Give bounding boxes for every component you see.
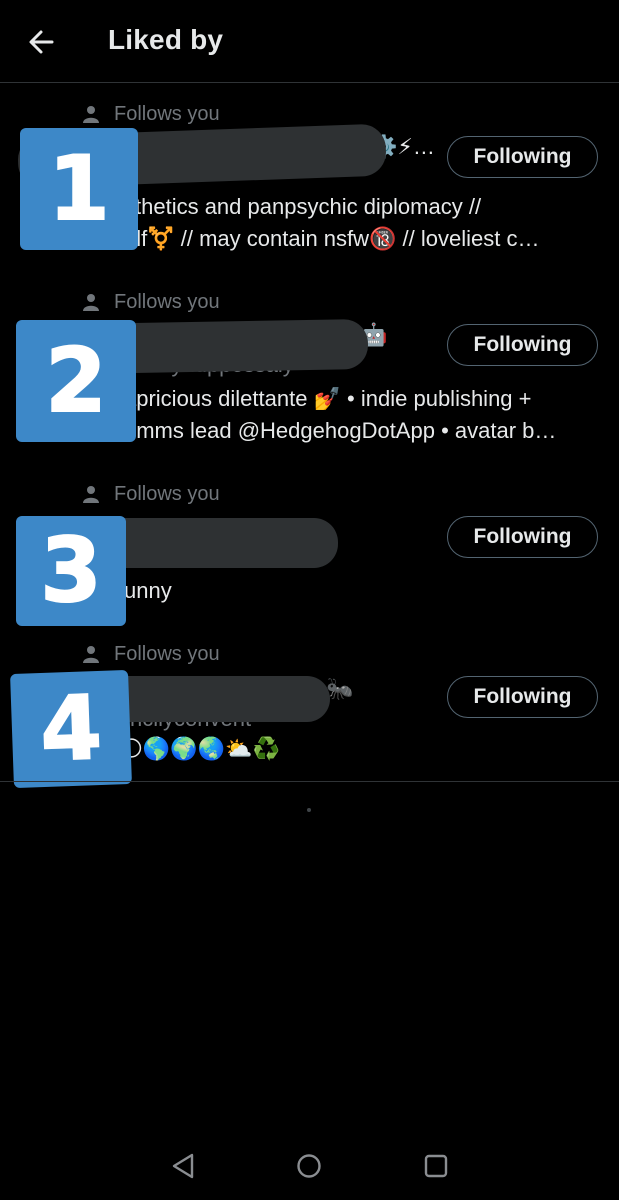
number-badge: 4 — [10, 669, 132, 789]
user-bio-line: sthetics and panpsychic diplomacy // — [124, 194, 482, 219]
person-icon — [83, 646, 99, 663]
square-recents-icon[interactable] — [418, 1148, 454, 1184]
follows-you-label: Follows you — [114, 642, 220, 665]
list-divider — [0, 781, 619, 782]
person-icon — [83, 294, 99, 311]
follows-you-indicator: Follows you — [82, 482, 220, 506]
following-button[interactable]: Following — [447, 516, 598, 558]
person-icon — [83, 486, 99, 503]
user-bio-line: apricious dilettante 💅 • indie publishin… — [124, 386, 532, 411]
follows-you-label: Follows you — [114, 102, 220, 125]
following-button[interactable]: Following — [447, 676, 598, 718]
person-icon — [83, 106, 99, 123]
user-bio-line: omms lead @HedgehogDotApp • avatar b… — [124, 418, 557, 443]
following-button[interactable]: Following — [447, 324, 598, 366]
system-nav-bar — [0, 1128, 619, 1200]
follows-you-indicator: Follows you — [82, 642, 220, 666]
follows-you-indicator: Follows you — [82, 290, 220, 314]
user-bio-line: 🌕🌎🌍🌏⛅♻️ — [120, 736, 280, 761]
follows-you-label: Follows you — [114, 482, 220, 505]
circle-home-icon[interactable] — [291, 1148, 327, 1184]
page-title: Liked by — [108, 24, 224, 55]
loading-dot — [307, 808, 311, 812]
triangle-back-icon[interactable] — [166, 1148, 202, 1184]
user-bio-line: elf⚧️ // may contain nsfw🔞 // loveliest … — [124, 226, 540, 251]
number-badge: 2 — [16, 320, 136, 442]
arrow-left-icon[interactable] — [22, 22, 62, 62]
top-app-bar: Liked by — [0, 0, 619, 83]
number-badge: 3 — [16, 516, 126, 626]
follows-you-label: Follows you — [114, 290, 220, 313]
user-name-emoji: 🐜 — [326, 676, 354, 701]
follows-you-indicator: Follows you — [82, 102, 220, 126]
number-badge: 1 — [20, 128, 138, 250]
user-bio-line: unny — [124, 578, 172, 603]
following-button[interactable]: Following — [447, 136, 598, 178]
